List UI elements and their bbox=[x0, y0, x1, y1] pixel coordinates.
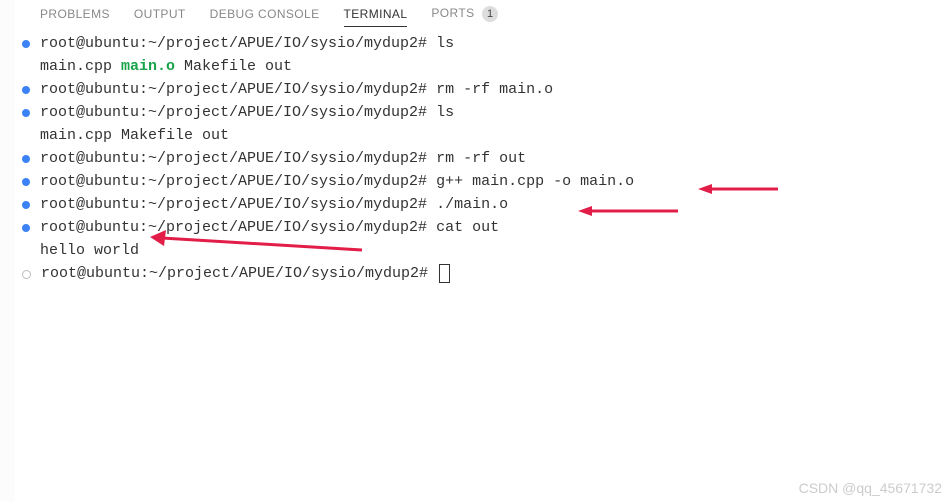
status-dot-icon bbox=[22, 86, 30, 94]
terminal-line: root@ubuntu:~/project/APUE/IO/sysio/mydu… bbox=[40, 32, 952, 55]
terminal-line: root@ubuntu:~/project/APUE/IO/sysio/mydu… bbox=[40, 147, 952, 170]
terminal-text: root@ubuntu:~/project/APUE/IO/sysio/mydu… bbox=[40, 78, 553, 101]
terminal-line: main.cpp main.o Makefile out bbox=[40, 55, 952, 78]
terminal-text: root@ubuntu:~/project/APUE/IO/sysio/mydu… bbox=[40, 216, 499, 239]
terminal-line: hello world bbox=[40, 239, 952, 262]
terminal-view[interactable]: root@ubuntu:~/project/APUE/IO/sysio/mydu… bbox=[40, 32, 952, 285]
tab-ports[interactable]: PORTS 1 bbox=[431, 6, 498, 22]
terminal-text: root@ubuntu:~/project/APUE/IO/sysio/mydu… bbox=[40, 32, 454, 55]
status-dot-icon bbox=[22, 224, 30, 232]
terminal-line: root@ubuntu:~/project/APUE/IO/sysio/mydu… bbox=[40, 216, 952, 239]
status-dot-icon bbox=[22, 155, 30, 163]
terminal-line: root@ubuntu:~/project/APUE/IO/sysio/mydu… bbox=[40, 193, 952, 216]
status-dot-icon bbox=[22, 109, 30, 117]
terminal-text: main.cpp main.o Makefile out bbox=[40, 55, 292, 78]
tab-ports-label: PORTS bbox=[431, 6, 474, 20]
terminal-line: root@ubuntu:~/project/APUE/IO/sysio/mydu… bbox=[40, 101, 952, 124]
cursor-icon bbox=[439, 264, 450, 283]
watermark: CSDN @qq_45671732 bbox=[799, 480, 942, 496]
terminal-line: root@ubuntu:~/project/APUE/IO/sysio/mydu… bbox=[40, 170, 952, 193]
terminal-text: hello world bbox=[40, 239, 139, 262]
tab-output[interactable]: OUTPUT bbox=[134, 7, 186, 21]
status-dot-icon bbox=[22, 270, 31, 279]
terminal-text: main.cpp Makefile out bbox=[40, 124, 229, 147]
terminal-text: root@ubuntu:~/project/APUE/IO/sysio/mydu… bbox=[41, 262, 450, 285]
ports-badge: 1 bbox=[482, 6, 498, 22]
terminal-line: root@ubuntu:~/project/APUE/IO/sysio/mydu… bbox=[40, 78, 952, 101]
terminal-text: root@ubuntu:~/project/APUE/IO/sysio/mydu… bbox=[40, 101, 454, 124]
panel-container: PROBLEMS OUTPUT DEBUG CONSOLE TERMINAL P… bbox=[0, 0, 952, 285]
terminal-line: root@ubuntu:~/project/APUE/IO/sysio/mydu… bbox=[40, 262, 952, 285]
status-dot-icon bbox=[22, 201, 30, 209]
status-dot-icon bbox=[22, 178, 30, 186]
tab-terminal[interactable]: TERMINAL bbox=[344, 7, 408, 21]
terminal-text: root@ubuntu:~/project/APUE/IO/sysio/mydu… bbox=[40, 193, 508, 216]
terminal-text: root@ubuntu:~/project/APUE/IO/sysio/mydu… bbox=[40, 147, 526, 170]
terminal-text: root@ubuntu:~/project/APUE/IO/sysio/mydu… bbox=[40, 170, 634, 193]
tab-debug-console[interactable]: DEBUG CONSOLE bbox=[210, 7, 320, 21]
panel-tabs: PROBLEMS OUTPUT DEBUG CONSOLE TERMINAL P… bbox=[40, 6, 952, 32]
terminal-line: main.cpp Makefile out bbox=[40, 124, 952, 147]
tab-problems[interactable]: PROBLEMS bbox=[40, 7, 110, 21]
status-dot-icon bbox=[22, 40, 30, 48]
